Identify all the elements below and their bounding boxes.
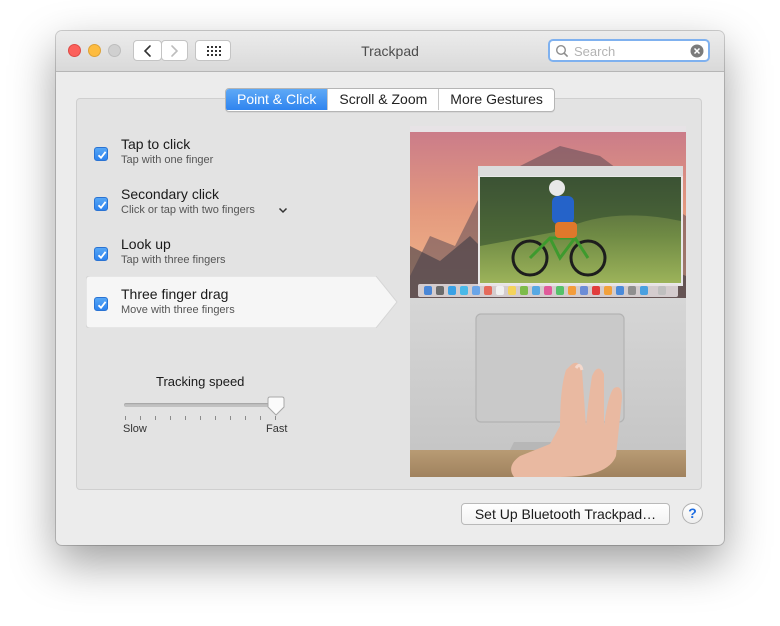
- slider-tick: [245, 416, 246, 420]
- search-field[interactable]: Search: [548, 39, 710, 62]
- tap-to-click-checkbox[interactable]: [94, 147, 108, 161]
- search-icon: [555, 44, 569, 58]
- tab-point-and-click[interactable]: Point & Click: [226, 89, 328, 110]
- slider-tick: [140, 416, 141, 420]
- slider-tick: [155, 416, 156, 420]
- tracking-speed-label: Tracking speed: [156, 374, 245, 389]
- checkmark-icon: [97, 151, 107, 160]
- forward-button[interactable]: [161, 40, 188, 61]
- grid-icon: [207, 46, 221, 56]
- gesture-preview-video: [410, 126, 686, 477]
- slider-tick: [230, 416, 231, 420]
- selected-option-highlight: [86, 276, 398, 328]
- checkmark-icon: [97, 301, 107, 310]
- help-button[interactable]: ?: [682, 503, 703, 524]
- slider-tick: [185, 416, 186, 420]
- tab-more-gestures[interactable]: More Gestures: [438, 89, 554, 110]
- three-finger-drag-description: Move with three fingers: [121, 304, 235, 316]
- back-button[interactable]: [133, 40, 162, 61]
- minimize-window-button[interactable]: [88, 44, 101, 57]
- tap-to-click-description: Tap with one finger: [121, 154, 214, 166]
- tab-bar: Point & Click Scroll & Zoom More Gesture…: [225, 88, 555, 112]
- checkmark-icon: [97, 201, 107, 210]
- slider-max-label: Fast: [266, 423, 288, 435]
- checkmark-icon: [97, 251, 107, 260]
- secondary-click-checkbox[interactable]: [94, 197, 108, 211]
- tab-scroll-and-zoom[interactable]: Scroll & Zoom: [327, 89, 438, 110]
- look-up-checkbox[interactable]: [94, 247, 108, 261]
- three-finger-drag-checkbox[interactable]: [94, 297, 108, 311]
- tracking-speed-slider[interactable]: [124, 403, 276, 407]
- clear-icon[interactable]: [690, 44, 704, 58]
- preferences-window: Trackpad Search Point & Click Scroll & Z…: [56, 31, 724, 545]
- slider-knob[interactable]: [266, 396, 286, 418]
- chevron-down-icon[interactable]: [278, 207, 288, 215]
- look-up-description: Tap with three fingers: [121, 254, 226, 266]
- look-up-label: Look up: [121, 236, 171, 252]
- secondary-click-label: Secondary click: [121, 186, 220, 202]
- title-bar: Trackpad Search: [56, 31, 724, 72]
- back-icon: [143, 45, 151, 57]
- forward-icon: [171, 45, 179, 57]
- slider-tick: [200, 416, 201, 420]
- window-title: Trackpad: [361, 43, 419, 59]
- three-finger-drag-label: Three finger drag: [121, 286, 229, 302]
- tap-to-click-label: Tap to click: [121, 136, 191, 152]
- slider-tick: [260, 416, 261, 420]
- search-placeholder: Search: [574, 44, 616, 59]
- set-up-bluetooth-trackpad-button[interactable]: Set Up Bluetooth Trackpad…: [461, 503, 670, 525]
- show-all-button[interactable]: [195, 40, 231, 61]
- close-window-button[interactable]: [68, 44, 81, 57]
- secondary-click-description: Click or tap with two fingers: [121, 204, 255, 216]
- slider-min-label: Slow: [123, 423, 147, 435]
- slider-tick: [125, 416, 126, 420]
- slider-tick: [215, 416, 216, 420]
- slider-tick: [170, 416, 171, 420]
- zoom-window-button[interactable]: [108, 44, 121, 57]
